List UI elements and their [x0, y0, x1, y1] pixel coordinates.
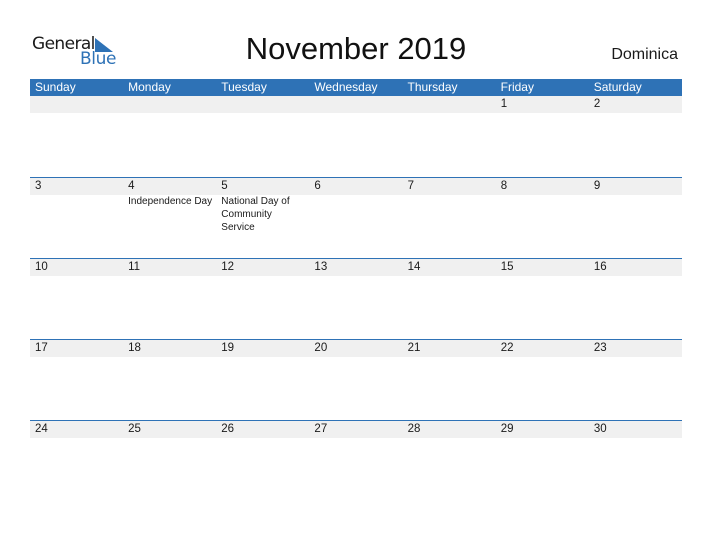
day-number: 8 — [500, 180, 508, 192]
week-row: 17 18 19 20 21 22 23 — [30, 339, 682, 421]
day-number: 18 — [128, 342, 141, 354]
day-number: 7 — [407, 180, 414, 192]
day-number: 25 — [128, 423, 141, 435]
week-row: 10 11 12 13 14 15 16 — [30, 258, 682, 340]
day-cell — [309, 96, 402, 177]
weekday-tuesday: Tuesday — [221, 80, 267, 94]
day-cell — [403, 96, 496, 177]
weekday-header: Sunday Monday Tuesday Wednesday Thursday… — [30, 79, 682, 96]
day-cell: 25 — [123, 421, 216, 502]
day-number: 26 — [221, 423, 235, 435]
day-number: 2 — [593, 98, 601, 110]
day-number: 10 — [35, 261, 48, 273]
day-number — [35, 96, 123, 113]
day-cell: 6 — [309, 178, 402, 259]
day-number: 14 — [407, 261, 421, 273]
day-number: 27 — [314, 423, 328, 435]
day-cell — [123, 96, 216, 177]
day-cell: 13 — [309, 259, 402, 340]
day-number: 17 — [35, 342, 48, 354]
day-cell: 29 — [496, 421, 589, 502]
day-number: 1 — [500, 98, 508, 110]
day-cell — [216, 96, 309, 177]
week-row: 12 — [30, 96, 682, 177]
day-number: 29 — [500, 423, 514, 435]
day-cell: 21 — [403, 340, 496, 421]
weekday-sunday: Sunday — [35, 80, 76, 94]
day-cell: 16 — [589, 259, 682, 340]
day-cell: 15 — [496, 259, 589, 340]
day-cell: 19 — [216, 340, 309, 421]
holiday-label: Independence Day — [128, 196, 213, 207]
day-cell: 18 — [123, 340, 216, 421]
day-number: 30 — [593, 423, 607, 435]
day-cell: 28 — [403, 421, 496, 502]
day-number: 6 — [314, 180, 321, 192]
day-number: 4 — [128, 180, 135, 192]
day-cell: 7 — [403, 178, 496, 259]
day-number: 19 — [221, 342, 235, 354]
day-number: 22 — [500, 342, 514, 354]
weekday-thursday: Thursday — [407, 80, 458, 94]
week-row: 3 4 Independence Day 5 National Day of Commu… — [30, 177, 682, 259]
day-number — [314, 96, 402, 113]
day-cell: 11 — [123, 259, 216, 340]
day-number: 16 — [593, 261, 607, 273]
day-number — [221, 96, 309, 113]
day-number: 23 — [593, 342, 607, 354]
day-cell: 2 — [589, 96, 682, 177]
day-number: 11 — [128, 261, 141, 273]
weekday-monday: Monday — [128, 80, 171, 94]
day-cell — [30, 96, 123, 177]
calendar-title: November 2019 — [245, 31, 467, 66]
day-cell: 23 — [589, 340, 682, 421]
day-cell: 22 — [496, 340, 589, 421]
day-number — [408, 96, 496, 113]
weekday-saturday: Saturday — [593, 80, 642, 94]
day-number: 21 — [407, 342, 421, 354]
day-cell: 1 — [496, 96, 589, 177]
day-cell: 17 — [30, 340, 123, 421]
country-label: Dominica — [611, 46, 678, 63]
week-row: 24 25 26 27 28 29 30 — [30, 420, 682, 502]
day-cell: 20 — [309, 340, 402, 421]
weekday-friday: Friday — [500, 80, 534, 94]
day-cell: 4 Independence Day — [123, 178, 216, 259]
day-number: 12 — [221, 261, 235, 273]
day-cell: 27 — [309, 421, 402, 502]
day-cell: 24 — [30, 421, 123, 502]
day-cell: 5 National Day of Community Service — [216, 178, 309, 259]
day-number: 9 — [593, 180, 601, 192]
day-number: 3 — [35, 180, 42, 192]
day-number: 24 — [35, 423, 48, 435]
day-cell: 10 — [30, 259, 123, 340]
day-number: 13 — [314, 261, 328, 273]
day-cell: 9 — [589, 178, 682, 259]
weekday-wednesday: Wednesday — [314, 80, 378, 94]
holiday-label: National Day of Community Service — [221, 196, 290, 233]
day-cell: 8 — [496, 178, 589, 259]
day-number: 20 — [314, 342, 328, 354]
day-number — [128, 96, 216, 113]
day-number: 5 — [221, 180, 228, 192]
day-cell: 30 — [589, 421, 682, 502]
day-cell: 12 — [216, 259, 309, 340]
day-cell: 26 — [216, 421, 309, 502]
day-number: 15 — [500, 261, 514, 273]
day-number: 28 — [407, 423, 421, 435]
day-cell: 3 — [30, 178, 123, 259]
day-cell: 14 — [403, 259, 496, 340]
